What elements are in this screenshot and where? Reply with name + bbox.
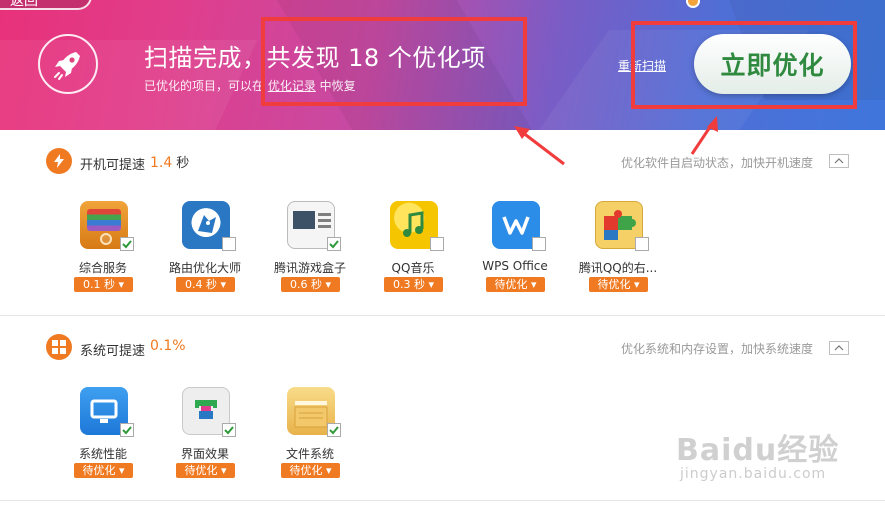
item-label: 综合服务 bbox=[78, 261, 127, 275]
back-button[interactable]: 返回 bbox=[0, 0, 92, 10]
item-checkbox[interactable] bbox=[532, 237, 546, 251]
startup-speedup-value: 1.4 秒 bbox=[150, 152, 189, 171]
system-item[interactable]: 文件系统 待优化 ▾ bbox=[258, 387, 362, 497]
highlight-box-scan-title bbox=[261, 17, 527, 106]
startup-item[interactable]: 腾讯游戏盒子 0.6 秒 ▾ bbox=[258, 201, 362, 311]
item-status-dropdown[interactable]: 待优化 ▾ bbox=[74, 463, 133, 478]
item-checkbox[interactable] bbox=[327, 237, 341, 251]
notification-badge-icon[interactable] bbox=[686, 0, 700, 8]
item-label: 文件系统 bbox=[285, 447, 334, 461]
item-label: 系统性能 bbox=[78, 447, 127, 461]
restore-hint-prefix: 已优化的项目，可以在 bbox=[144, 79, 268, 93]
startup-collapse-button[interactable] bbox=[829, 154, 849, 168]
item-status-dropdown[interactable]: 待优化 ▾ bbox=[176, 463, 235, 478]
item-checkbox[interactable] bbox=[327, 423, 341, 437]
windows-icon bbox=[46, 334, 72, 360]
startup-item[interactable]: WPS Office 待优化 ▾ bbox=[463, 201, 567, 311]
item-label: 腾讯QQ的右... bbox=[578, 261, 658, 275]
system-section-title: 系统可提速 bbox=[80, 344, 146, 359]
startup-item[interactable]: 腾讯QQ的右... 待优化 ▾ bbox=[566, 201, 670, 311]
item-status-dropdown[interactable]: 待优化 ▾ bbox=[486, 277, 545, 292]
startup-item[interactable]: QQ音乐 0.3 秒 ▾ bbox=[361, 201, 465, 311]
baidu-watermark-url: jingyan.baidu.com bbox=[680, 466, 827, 482]
section-divider bbox=[0, 315, 885, 316]
item-status-dropdown[interactable]: 0.4 秒 ▾ bbox=[176, 277, 235, 292]
system-item[interactable]: 系统性能 待优化 ▾ bbox=[51, 387, 155, 497]
item-status-dropdown[interactable]: 0.1 秒 ▾ bbox=[74, 277, 133, 292]
item-label: 界面效果 bbox=[180, 447, 229, 461]
baidu-watermark-text: Baidu经验 bbox=[676, 433, 840, 468]
system-collapse-button[interactable] bbox=[829, 341, 849, 355]
lightning-icon bbox=[46, 148, 72, 174]
startup-item[interactable]: 综合服务 0.1 秒 ▾ bbox=[51, 201, 155, 311]
chevron-up-icon bbox=[834, 345, 844, 351]
item-checkbox[interactable] bbox=[120, 237, 134, 251]
system-speedup-value: 0.1% bbox=[150, 338, 186, 354]
item-label: QQ音乐 bbox=[391, 261, 435, 275]
back-label: 返回 bbox=[10, 0, 38, 9]
item-checkbox[interactable] bbox=[222, 423, 236, 437]
startup-speedup-number: 1.4 bbox=[150, 155, 173, 171]
item-checkbox[interactable] bbox=[120, 423, 134, 437]
item-label: 腾讯游戏盒子 bbox=[273, 261, 346, 275]
item-status-dropdown[interactable]: 待优化 ▾ bbox=[281, 463, 340, 478]
item-checkbox[interactable] bbox=[430, 237, 444, 251]
item-checkbox[interactable] bbox=[222, 237, 236, 251]
item-checkbox[interactable] bbox=[635, 237, 649, 251]
system-item[interactable]: 界面效果 待优化 ▾ bbox=[153, 387, 257, 497]
item-label: 路由优化大师 bbox=[168, 261, 241, 275]
startup-section-hint: 优化软件自启动状态，加快开机速度 bbox=[620, 156, 813, 170]
startup-speedup-unit: 秒 bbox=[176, 156, 190, 171]
item-status-dropdown[interactable]: 待优化 ▾ bbox=[589, 277, 648, 292]
startup-section-title: 开机可提速 bbox=[80, 158, 146, 173]
section-divider bbox=[0, 500, 885, 501]
highlight-box-optimize-button bbox=[631, 21, 857, 109]
startup-item[interactable]: 路由优化大师 0.4 秒 ▾ bbox=[153, 201, 257, 311]
item-status-dropdown[interactable]: 0.3 秒 ▾ bbox=[384, 277, 443, 292]
rocket-icon bbox=[38, 34, 98, 94]
item-label: WPS Office bbox=[482, 259, 548, 273]
chevron-up-icon bbox=[834, 158, 844, 164]
system-section-hint: 优化系统和内存设置，加快系统速度 bbox=[620, 342, 813, 356]
item-status-dropdown[interactable]: 0.6 秒 ▾ bbox=[281, 277, 340, 292]
